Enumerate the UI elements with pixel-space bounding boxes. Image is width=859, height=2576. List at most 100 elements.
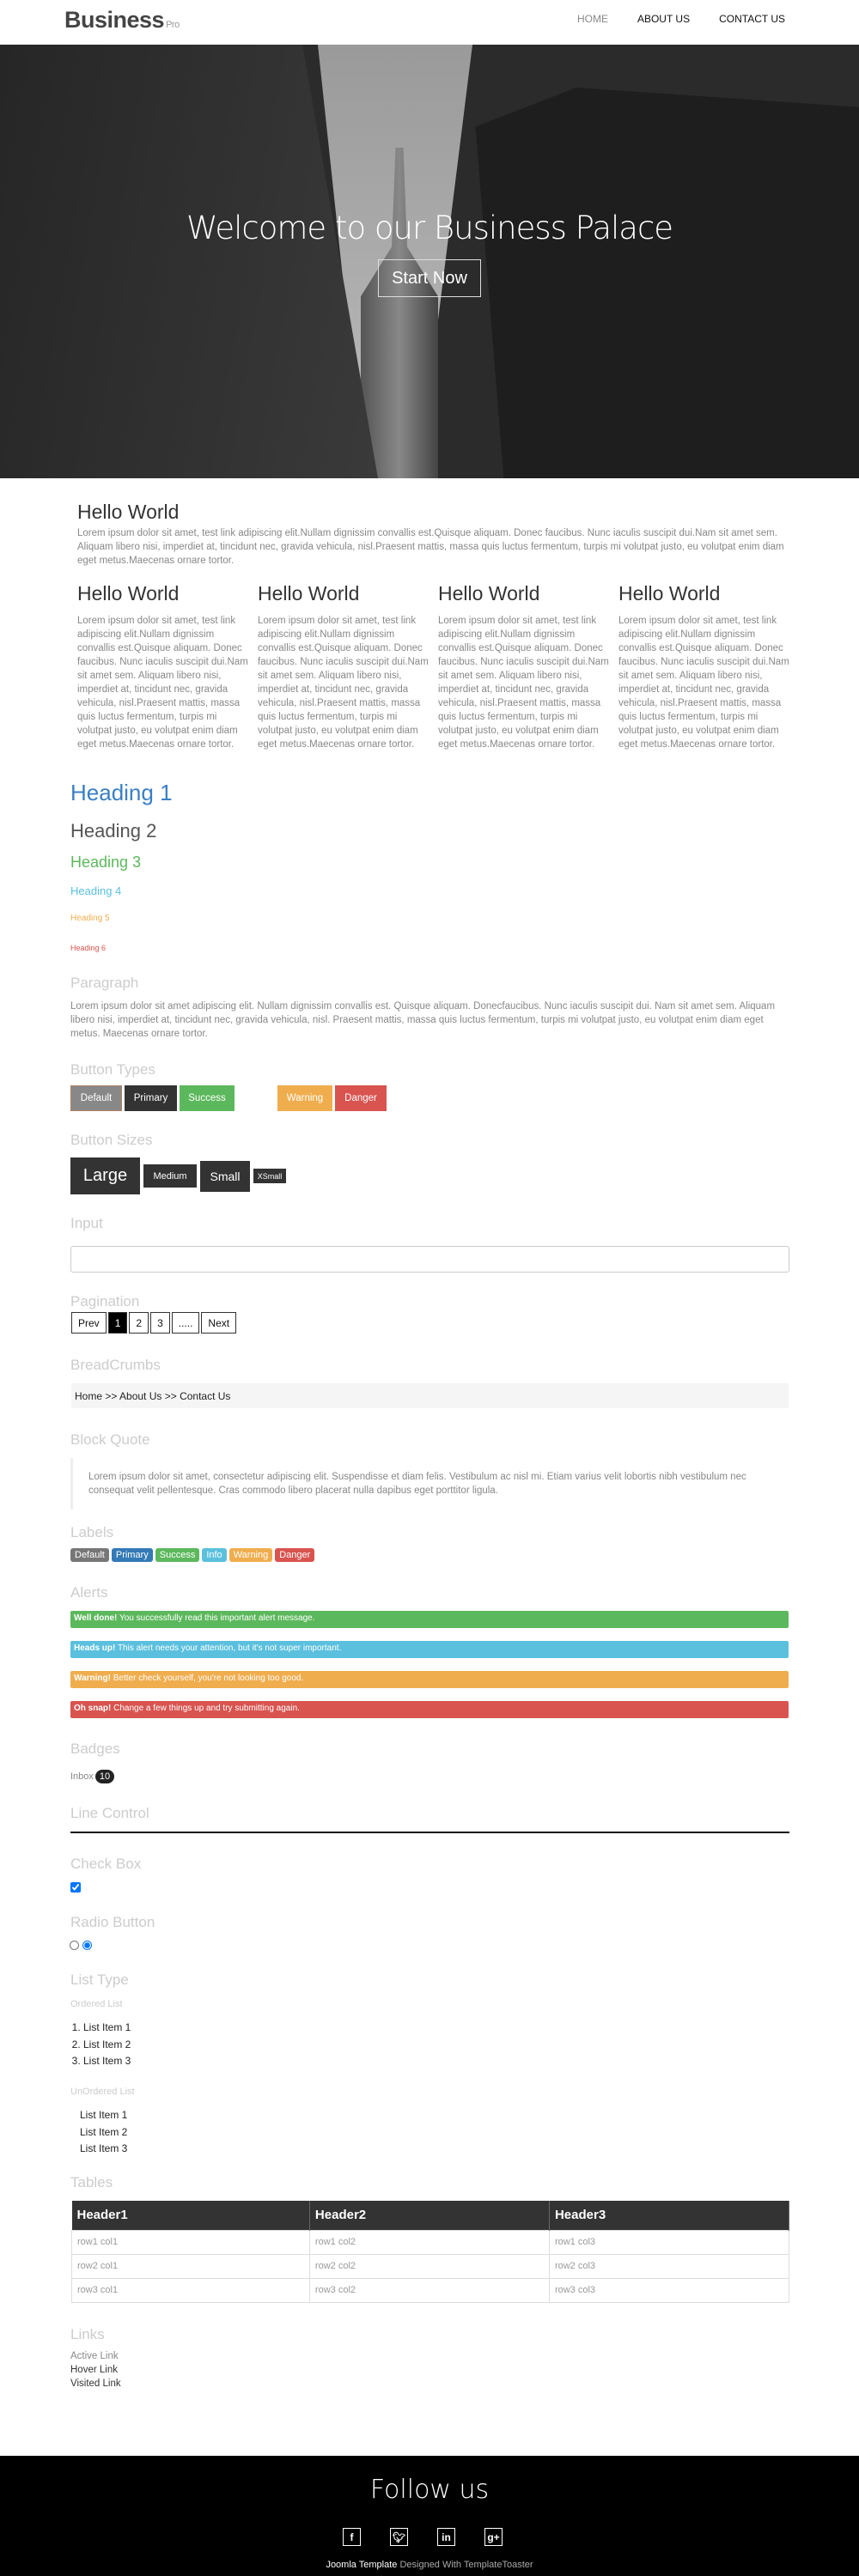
list-item: List Item 3 xyxy=(83,2053,131,2070)
social-links: f 🐦︎ in g+ xyxy=(343,2528,503,2546)
text-input[interactable] xyxy=(70,1246,789,1273)
section-title: Block Quote xyxy=(70,1431,150,1448)
pagination: Prev 1 2 3 ..... Next xyxy=(71,1312,237,1334)
xsmall-button[interactable]: XSmall xyxy=(253,1169,286,1183)
danger-button[interactable]: Danger xyxy=(335,1085,387,1111)
column: Hello World Lorem ipsum dolor sit amet, t… xyxy=(258,582,430,751)
table-header: Header3 xyxy=(549,2201,790,2230)
pagination-next[interactable]: Next xyxy=(201,1312,237,1334)
nav-contact-us[interactable]: CONTACT US xyxy=(719,13,785,25)
horizontal-rule xyxy=(70,1832,789,1833)
start-now-button[interactable]: Start Now xyxy=(378,259,481,297)
column-text: Lorem ipsum dolor sit amet, test link ad… xyxy=(77,616,248,750)
hero-building-right xyxy=(475,88,859,478)
medium-button[interactable]: Medium xyxy=(143,1164,197,1188)
google-plus-icon[interactable]: g+ xyxy=(484,2528,503,2546)
hero-banner: Welcome to our Business Palace Start Now xyxy=(0,45,859,478)
table-cell: row3 col3 xyxy=(548,2277,790,2303)
button-types: Default Primary Success Warning Danger xyxy=(70,1085,387,1111)
breadcrumb[interactable]: Home >> About Us >> Contact Us xyxy=(71,1383,789,1408)
heading-1: Heading 1 xyxy=(70,780,173,805)
twitter-icon[interactable]: 🐦︎ xyxy=(390,2528,408,2546)
column-text: Lorem ipsum dolor sit amet, test link ad… xyxy=(618,616,789,750)
credit-text: Designed With TemplateToaster xyxy=(397,2560,533,2570)
large-button[interactable]: Large xyxy=(70,1157,140,1194)
success-button[interactable]: Success xyxy=(180,1085,235,1111)
logo-text: Business xyxy=(64,7,165,33)
warning-button[interactable]: Warning xyxy=(277,1085,332,1111)
small-button[interactable]: Small xyxy=(200,1160,250,1192)
ordered-list: List Item 1 List Item 2 List Item 3 xyxy=(83,2020,131,2070)
alert-success: Well done! You successfully read this im… xyxy=(70,1611,789,1628)
heading-2: Heading 2 xyxy=(70,820,157,841)
labels: Default Primary Success Info Warning Dan… xyxy=(70,1548,315,1562)
section-title: Line Control xyxy=(70,1805,149,1821)
table-cell: row3 col1 xyxy=(71,2277,310,2303)
column-title: Hello World xyxy=(77,582,180,605)
list-item: List Item 2 xyxy=(80,2125,128,2138)
list-item: List Item 3 xyxy=(80,2142,128,2154)
active-link[interactable]: Active Link xyxy=(70,2349,121,2363)
alert-strong: Oh snap! xyxy=(74,1704,112,1713)
section-title: Radio Button xyxy=(70,1914,155,1930)
intro-text: Lorem ipsum dolor sit amet, test link ad… xyxy=(77,528,784,566)
heading-3: Heading 3 xyxy=(70,854,142,871)
links: Active Link Hover Link Visited Link xyxy=(70,2349,121,2391)
label-success: Success xyxy=(155,1548,200,1562)
pagination-prev[interactable]: Prev xyxy=(71,1312,107,1334)
hero-building-left xyxy=(0,45,378,478)
table-cell: row2 col2 xyxy=(308,2253,550,2279)
visited-link[interactable]: Visited Link xyxy=(70,2377,121,2391)
section-title: Tables xyxy=(70,2174,113,2190)
pagination-page-1[interactable]: 1 xyxy=(107,1312,128,1334)
list-item: List Item 2 xyxy=(83,2037,131,2054)
label-info: Info xyxy=(202,1548,227,1562)
alert-text: Change a few things up and try submittin… xyxy=(111,1704,300,1713)
data-table: Header1 Header2 Header3 row1 col1 row1 col2… xyxy=(71,2201,790,2303)
section-title: Button Sizes xyxy=(70,1132,153,1148)
pagination-page-3[interactable]: 3 xyxy=(150,1312,170,1334)
inbox-badge[interactable]: Inbox 10 xyxy=(70,1770,115,1783)
alert-text: This alert needs your attention, but it'… xyxy=(115,1643,342,1653)
alert-text: You successfully read this important ale… xyxy=(117,1613,315,1623)
primary-button[interactable]: Primary xyxy=(125,1085,177,1111)
ordered-list-title: Ordered List xyxy=(70,1999,123,2009)
button-sizes: Large Medium Small XSmall xyxy=(70,1157,286,1194)
label-primary: Primary xyxy=(111,1548,153,1562)
alert-info: Heads up! This alert needs your attentio… xyxy=(70,1641,789,1658)
section-title: Paragraph xyxy=(70,975,139,991)
radio-option-2[interactable] xyxy=(82,1941,92,1950)
pagination-ellipsis[interactable]: ..... xyxy=(171,1312,200,1334)
nav-home[interactable]: HOME xyxy=(577,13,608,25)
footer-credit: Joomla Template Designed With TemplateTo… xyxy=(0,2560,859,2570)
pagination-page-2[interactable]: 2 xyxy=(129,1312,149,1334)
logo[interactable]: Business Pro xyxy=(64,7,180,33)
section-title: Check Box xyxy=(70,1856,142,1872)
column-title: Hello World xyxy=(618,582,721,605)
hero-title: Welcome to our Business Palace xyxy=(186,210,673,246)
intro-title: Hello World xyxy=(77,501,180,523)
table-header: Header2 xyxy=(309,2201,550,2230)
facebook-icon[interactable]: f xyxy=(343,2528,361,2546)
default-button[interactable]: Default xyxy=(70,1085,122,1111)
heading-6: Heading 6 xyxy=(70,944,107,952)
table-cell: row1 col1 xyxy=(71,2229,310,2255)
linkedin-icon[interactable]: in xyxy=(437,2528,455,2546)
label-default: Default xyxy=(70,1548,109,1562)
credit-strong[interactable]: Joomla Template xyxy=(326,2560,397,2570)
table-cell: row2 col3 xyxy=(548,2253,790,2279)
table-cell: row1 col2 xyxy=(308,2229,550,2255)
section-title: Pagination xyxy=(70,1293,140,1309)
table-cell: row2 col1 xyxy=(71,2253,310,2279)
checkbox[interactable] xyxy=(70,1882,81,1893)
alert-danger: Oh snap! Change a few things up and try … xyxy=(70,1701,789,1718)
column: Hello World Lorem ipsum dolor sit amet, t… xyxy=(438,582,610,751)
table-cell: row1 col3 xyxy=(548,2229,790,2255)
radio-option-1[interactable] xyxy=(70,1941,79,1950)
nav-about-us[interactable]: ABOUT US xyxy=(637,13,690,25)
label-warning: Warning xyxy=(228,1548,273,1562)
hover-link[interactable]: Hover Link xyxy=(70,2363,121,2377)
column-text: Lorem ipsum dolor sit amet, test link ad… xyxy=(438,616,609,750)
table-row: row1 col1 row1 col2 row1 col3 xyxy=(71,2229,790,2255)
section-title: Alerts xyxy=(70,1584,108,1601)
